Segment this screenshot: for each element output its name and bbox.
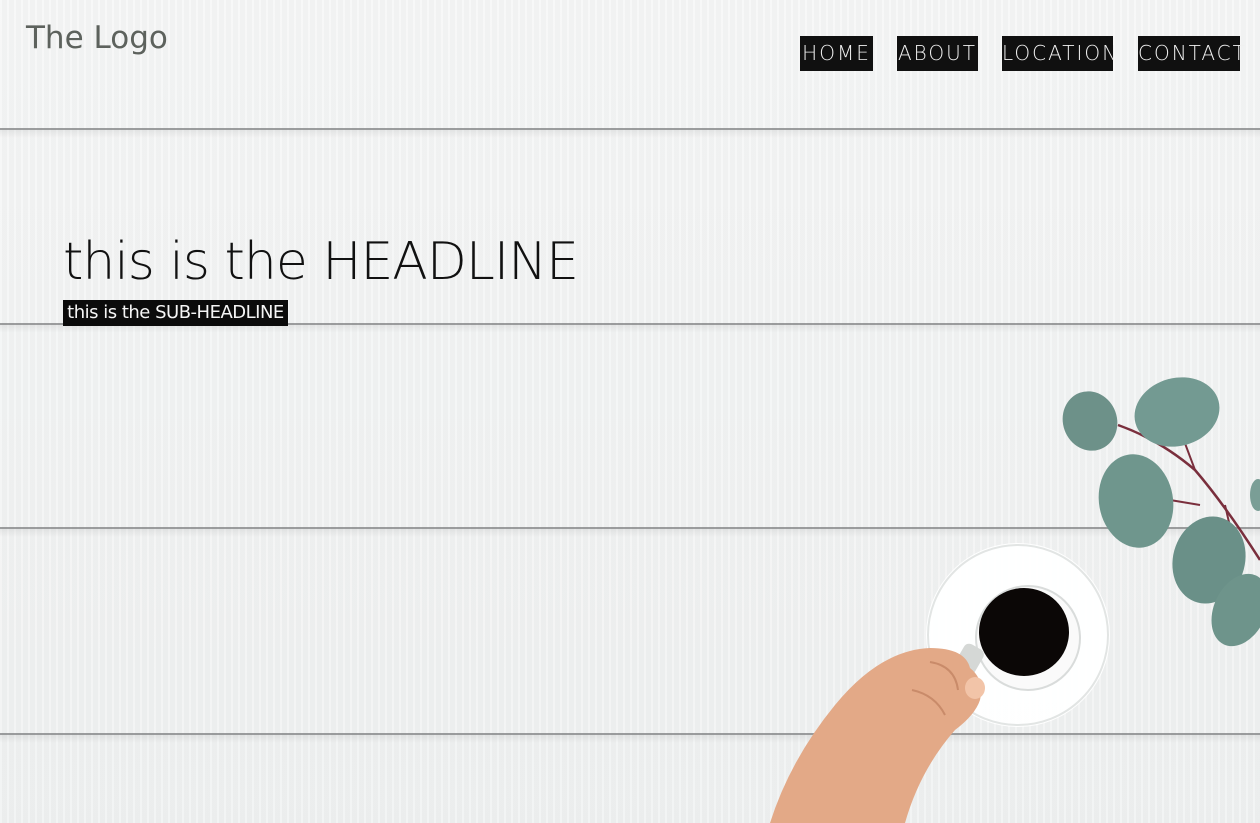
nav-home[interactable]: HOME <box>800 36 873 71</box>
nav-location[interactable]: LOCATION <box>1002 36 1117 71</box>
site-logo[interactable]: The Logo <box>26 20 168 56</box>
nav-contact[interactable]: CONTACT <box>1138 36 1245 71</box>
hero-headline: this is the HEADLINE <box>63 232 579 292</box>
hand <box>770 648 985 823</box>
hero-subheadline: this is the SUB-HEADLINE <box>63 300 288 326</box>
nav-about[interactable]: ABOUT <box>897 36 978 71</box>
hero-photo <box>770 377 1260 823</box>
